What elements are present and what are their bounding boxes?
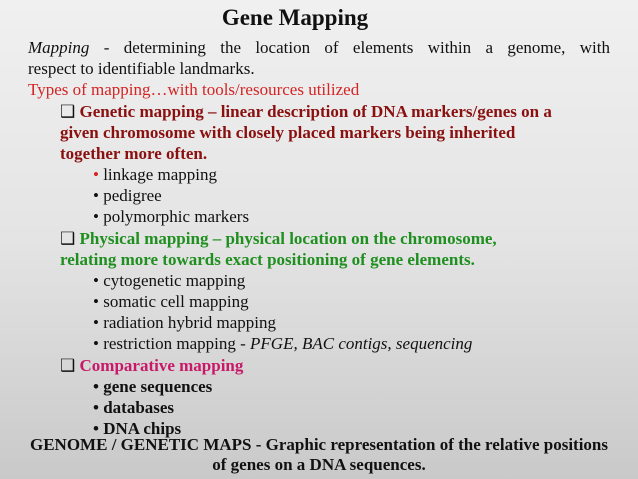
- definition-line-2: respect to identifiable landmarks.: [28, 59, 255, 78]
- list-item: • cytogenetic mapping: [93, 271, 246, 290]
- genetic-line-3: together more often.: [60, 144, 208, 163]
- footer-line-2: of genes on a DNA sequences.: [212, 455, 426, 474]
- comparative-label: Comparative mapping: [79, 356, 244, 375]
- list-item: • pedigree: [93, 186, 162, 205]
- footer-line-1: GENOME / GENETIC MAPS - Graphic represen…: [30, 435, 608, 454]
- list-item: • restriction mapping - PFGE, BAC contig…: [93, 334, 473, 353]
- checkbox-bullet-icon: ❑: [60, 356, 80, 375]
- physical-mapping-heading: ❑ Physical mapping – physical location o…: [60, 228, 497, 249]
- list-item: • somatic cell mapping: [93, 292, 249, 311]
- genetic-mapping-heading: ❑ Genetic mapping – linear description o…: [60, 101, 552, 122]
- genetic-line-2: given chromosome with closely placed mar…: [60, 123, 516, 142]
- footer-definition: GENOME / GENETIC MAPS - Graphic represen…: [0, 435, 638, 475]
- types-heading: Types of mapping…with tools/resources ut…: [28, 80, 360, 99]
- physical-label: Physical mapping – physical location on …: [79, 229, 497, 248]
- list-item: • databases: [93, 398, 175, 417]
- restriction-tools: PFGE, BAC contigs, sequencing: [250, 334, 473, 353]
- comparative-mapping-heading: ❑ Comparative mapping: [60, 355, 243, 376]
- definition-line: Mapping - determining the location of el…: [28, 37, 610, 58]
- slide-title: Gene Mapping: [221, 5, 369, 30]
- list-item: • linkage mapping: [93, 165, 217, 184]
- checkbox-bullet-icon: ❑: [60, 229, 80, 248]
- list-item: • gene sequences: [93, 377, 213, 396]
- list-item: • radiation hybrid mapping: [93, 313, 277, 332]
- definition-term: Mapping: [28, 38, 90, 57]
- physical-line-2: relating more towards exact positioning …: [60, 250, 475, 269]
- list-item: • polymorphic markers: [93, 207, 250, 226]
- genetic-label: Genetic mapping – linear description of …: [79, 102, 552, 121]
- definition-text: - determining the location of elements w…: [89, 38, 610, 57]
- checkbox-bullet-icon: ❑: [60, 102, 80, 121]
